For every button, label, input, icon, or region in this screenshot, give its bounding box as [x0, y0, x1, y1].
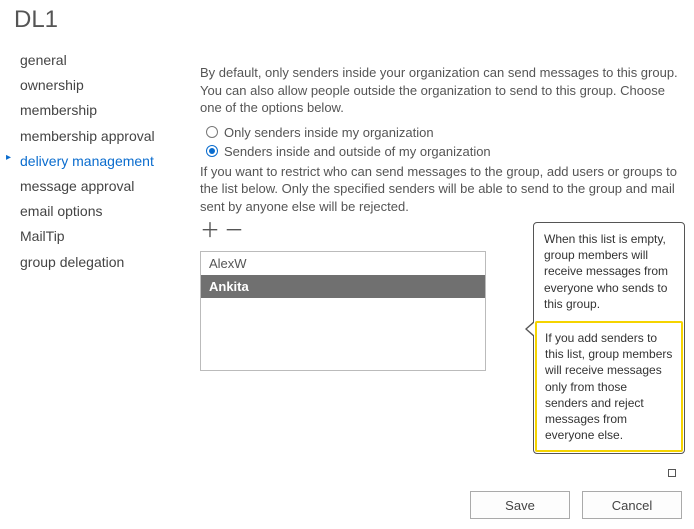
sidebar-item-MailTip[interactable]: MailTip — [12, 224, 200, 249]
intro-text: By default, only senders inside your org… — [200, 64, 686, 117]
cancel-button[interactable]: Cancel — [582, 491, 682, 519]
resize-handle-icon[interactable] — [668, 469, 676, 477]
list-item[interactable]: Ankita — [201, 275, 485, 298]
add-sender-button[interactable]: ＋ — [200, 223, 218, 241]
sidebar-item-general[interactable]: general — [12, 48, 200, 73]
page-title: DL1 — [0, 0, 694, 42]
radio-inside-outside[interactable]: Senders inside and outside of my organiz… — [206, 144, 686, 159]
tooltip-populated-text: If you add senders to this list, group m… — [535, 321, 683, 452]
action-bar: Save Cancel — [470, 491, 682, 519]
radio-icon — [206, 145, 218, 157]
sender-listbox[interactable]: AlexWAnkita — [200, 251, 486, 371]
sidebar-item-membership[interactable]: membership — [12, 98, 200, 123]
radio-label: Only senders inside my organization — [224, 125, 434, 140]
list-item[interactable]: AlexW — [201, 252, 485, 275]
sidebar-item-email-options[interactable]: email options — [12, 199, 200, 224]
sidebar-item-group-delegation[interactable]: group delegation — [12, 250, 200, 275]
save-button[interactable]: Save — [470, 491, 570, 519]
restrict-text: If you want to restrict who can send mes… — [200, 163, 686, 216]
tooltip-empty-text: When this list is empty, group members w… — [534, 223, 684, 320]
sidebar-item-ownership[interactable]: ownership — [12, 73, 200, 98]
sidebar-item-delivery-management[interactable]: delivery management — [12, 149, 200, 174]
info-tooltip: When this list is empty, group members w… — [533, 222, 685, 454]
radio-inside-only[interactable]: Only senders inside my organization — [206, 125, 686, 140]
sidebar-item-message-approval[interactable]: message approval — [12, 174, 200, 199]
sidebar: generalownershipmembershipmembership app… — [4, 42, 200, 275]
radio-label: Senders inside and outside of my organiz… — [224, 144, 491, 159]
sidebar-item-membership-approval[interactable]: membership approval — [12, 124, 200, 149]
radio-icon — [206, 126, 218, 138]
remove-sender-button[interactable]: － — [224, 223, 242, 241]
